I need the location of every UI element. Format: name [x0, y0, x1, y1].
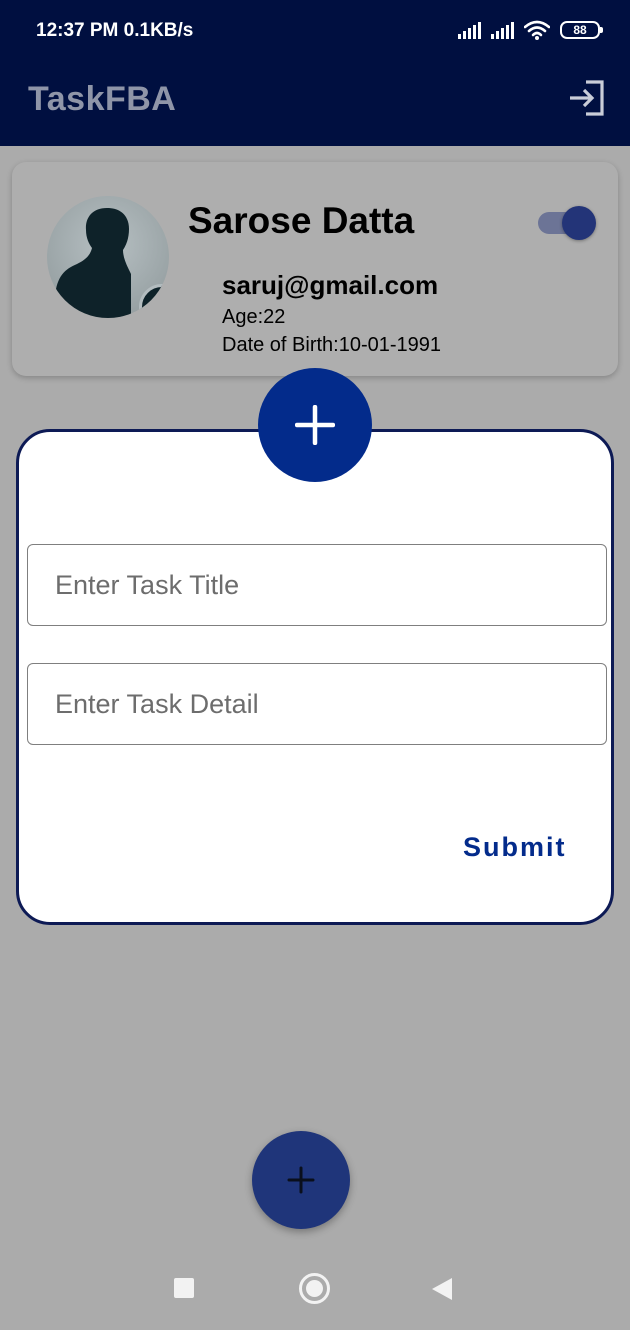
add-task-dialog: Submit: [16, 429, 614, 925]
add-task-fab[interactable]: [252, 1131, 350, 1229]
dialog-header-plus-icon: [258, 368, 372, 482]
plus-icon: [295, 405, 335, 445]
toggle-thumb: [562, 206, 596, 240]
status-bar: 12:37 PM 0.1KB/s 88: [0, 0, 630, 62]
plus-icon: [287, 1166, 315, 1194]
signal-icon: [491, 21, 514, 39]
logout-icon[interactable]: [568, 78, 608, 118]
task-title-field[interactable]: [27, 544, 607, 626]
battery-icon: 88: [560, 21, 603, 39]
profile-age: Age:22: [222, 306, 286, 328]
task-detail-field[interactable]: [27, 663, 607, 745]
profile-dob: Date of Birth:10-01-1991: [222, 334, 442, 356]
lock-icon: [139, 284, 169, 318]
nav-bar: [0, 1250, 630, 1330]
wifi-icon: [524, 20, 550, 40]
user-lock-icon: [47, 196, 169, 318]
profile-toggle[interactable]: [536, 204, 596, 240]
signal-icon: [458, 21, 481, 39]
submit-button[interactable]: Submit: [463, 832, 567, 863]
status-time: 12:37 PM 0.1KB/s: [36, 20, 194, 41]
profile-card: Sarose Datta saruj@gmail.com Age:22 Date…: [12, 162, 618, 376]
home-icon[interactable]: [299, 1273, 330, 1304]
app-title: TaskFBA: [28, 80, 177, 118]
app-bar: TaskFBA: [0, 62, 630, 146]
recent-apps-icon[interactable]: [174, 1278, 194, 1298]
profile-name: Sarose Datta: [188, 200, 415, 241]
profile-email: saruj@gmail.com: [222, 270, 439, 300]
back-icon[interactable]: [432, 1278, 452, 1300]
status-icons: 88: [458, 20, 603, 40]
task-detail-input[interactable]: [55, 686, 575, 722]
task-title-input[interactable]: [55, 567, 575, 603]
battery-level: 88: [573, 23, 587, 37]
